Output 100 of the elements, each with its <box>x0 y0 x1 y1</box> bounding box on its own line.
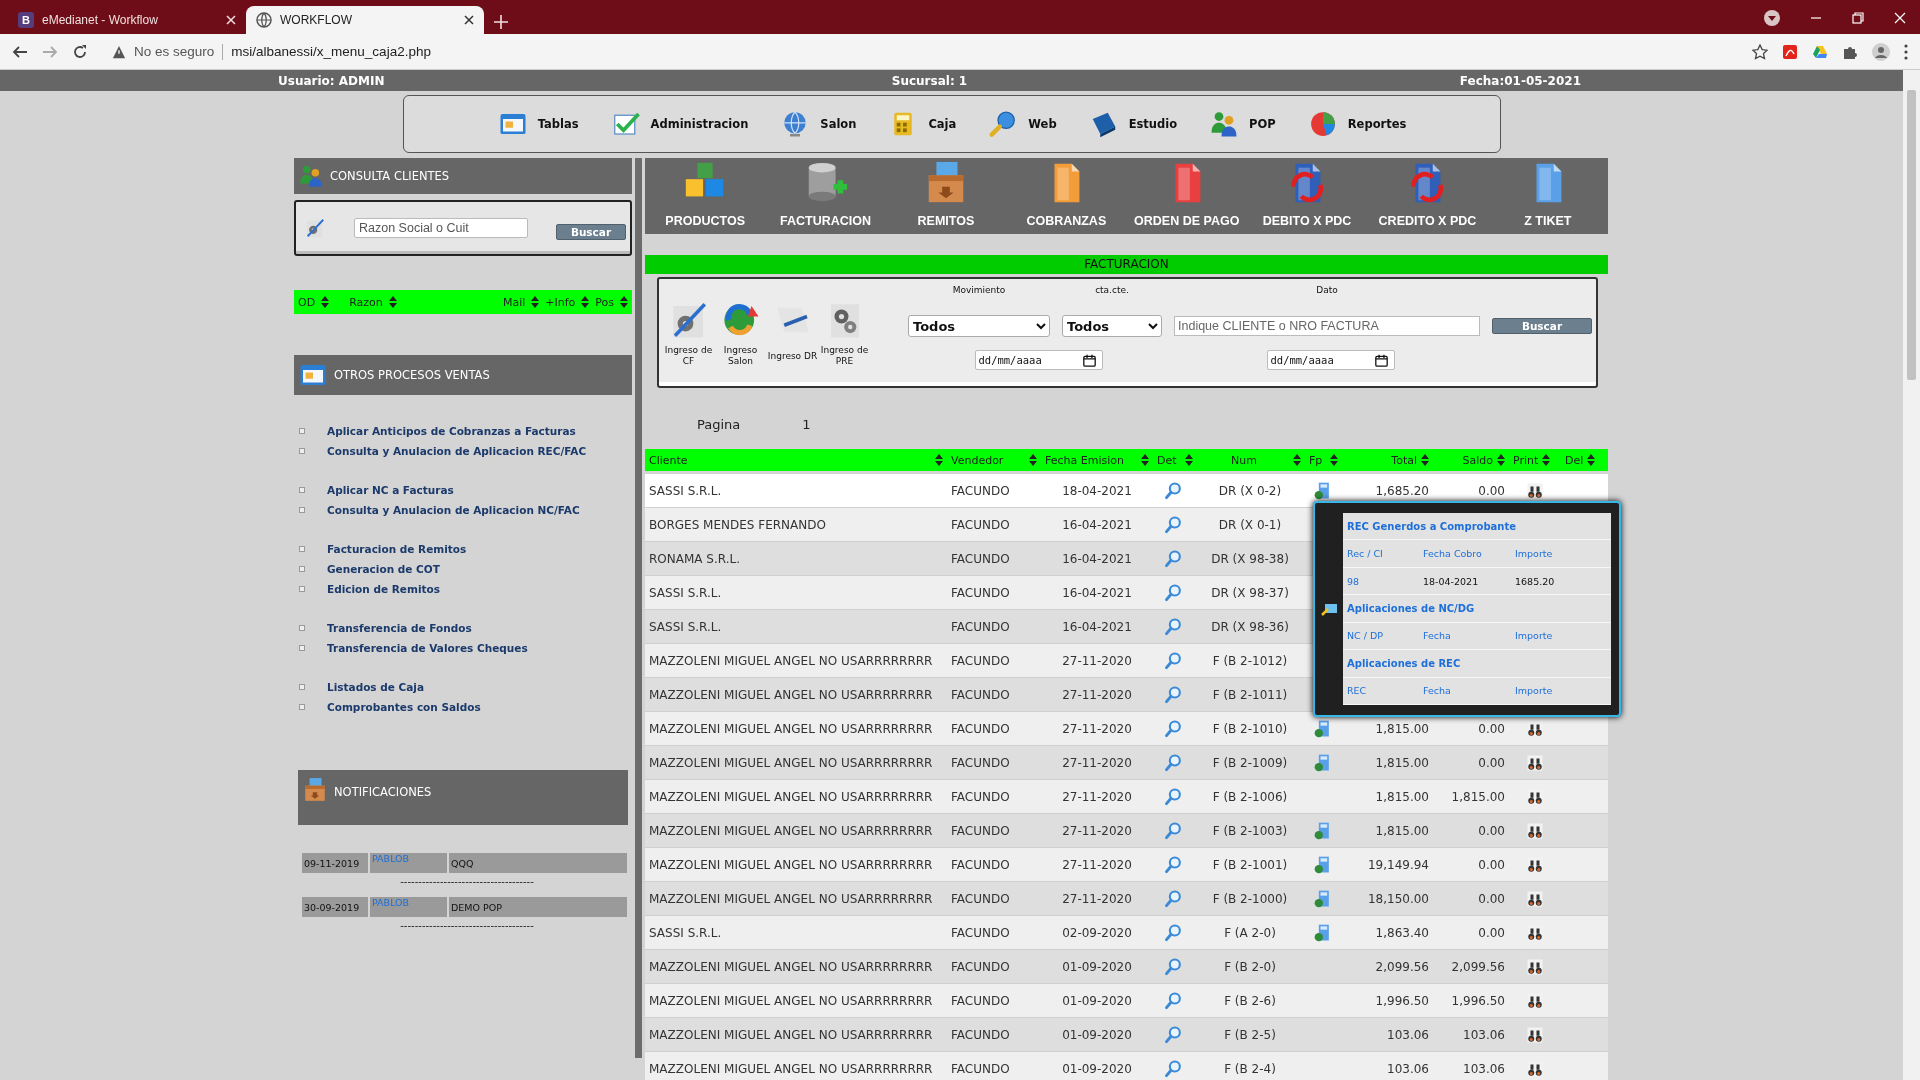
magnifier-icon[interactable] <box>1164 582 1184 603</box>
menu-link[interactable]: Aplicar NC a Facturas <box>327 484 454 496</box>
entry-button[interactable]: Ingreso de CF <box>663 299 714 380</box>
binoculars-icon[interactable] <box>1526 821 1544 840</box>
sort-icon[interactable] <box>1330 454 1339 466</box>
menu-link[interactable]: Generacion de COT <box>327 563 440 575</box>
magnifier-icon[interactable] <box>1164 480 1184 501</box>
star-icon[interactable] <box>1752 43 1768 60</box>
menu-item[interactable]: Tablas <box>537 117 579 131</box>
sort-icon[interactable] <box>1184 454 1193 466</box>
toolbar-button[interactable]: REMITOS <box>885 158 1007 234</box>
magnifier-icon[interactable] <box>1164 1058 1184 1079</box>
browser-tab[interactable]: WORKFLOW <box>246 6 484 34</box>
menu-link[interactable]: Comprobantes con Saldos <box>327 701 481 713</box>
entry-button[interactable]: Ingreso DR <box>767 299 818 380</box>
toolbar-button[interactable]: PRODUCTOS <box>645 158 766 234</box>
sort-icon[interactable] <box>1029 454 1037 466</box>
menu-link[interactable]: Transferencia de Valores Cheques <box>327 642 528 654</box>
column-header[interactable]: +Info <box>545 295 576 309</box>
menu-link[interactable]: Listados de Caja <box>327 681 425 693</box>
pdf-icon[interactable] <box>1782 43 1798 60</box>
menu-link[interactable]: Consulta y Anulacion de Aplicacion NC/FAC <box>327 504 580 516</box>
date-field[interactable]: dd/mm/aaaa <box>1266 350 1395 370</box>
sort-icon[interactable] <box>935 454 943 466</box>
magnifier-icon[interactable] <box>1164 990 1184 1011</box>
popover-cell[interactable]: 98 <box>1347 575 1423 587</box>
security-label[interactable]: No es seguro <box>134 44 215 59</box>
page-number[interactable]: 1 <box>802 417 811 432</box>
menu-item[interactable]: Reportes <box>1347 117 1407 131</box>
column-header[interactable]: OD <box>298 295 316 309</box>
magnifier-icon[interactable] <box>1164 650 1184 671</box>
magnifier-icon[interactable] <box>1164 752 1184 773</box>
menu-link[interactable]: Edicion de Remitos <box>327 583 440 595</box>
sort-icon[interactable] <box>531 296 540 308</box>
sort-icon[interactable] <box>620 296 628 308</box>
sort-icon[interactable] <box>388 296 397 308</box>
binoculars-icon[interactable] <box>1526 481 1544 500</box>
entry-button[interactable]: Ingreso Salon <box>715 299 766 380</box>
browser-tab[interactable]: B eMedianet - Workflow <box>8 6 246 34</box>
movement-select[interactable]: Todos <box>908 315 1050 337</box>
search-field[interactable]: Razon Social o Cuit <box>354 218 528 238</box>
sort-icon[interactable] <box>1293 454 1301 466</box>
sort-icon[interactable] <box>1141 454 1149 466</box>
magnifier-icon[interactable] <box>1164 956 1184 977</box>
magnifier-icon[interactable] <box>1164 820 1184 841</box>
menu-item[interactable]: Administracion <box>650 117 749 131</box>
sort-icon[interactable] <box>1542 454 1551 466</box>
column-header[interactable]: Det <box>1157 453 1177 467</box>
menu-link[interactable]: Aplicar Anticipos de Cobranzas a Facturas <box>327 425 576 437</box>
search-button[interactable]: Buscar <box>556 224 626 240</box>
column-header[interactable]: Print <box>1513 453 1539 467</box>
toolbar-button[interactable]: DEBITO X PDC <box>1246 158 1368 234</box>
toolbar-button[interactable]: COBRANZAS <box>1006 158 1127 234</box>
column-header[interactable]: Num <box>1231 453 1257 467</box>
menu-link[interactable]: Facturacion de Remitos <box>327 543 467 555</box>
menu-link[interactable]: Transferencia de Fondos <box>327 622 472 634</box>
triangle-icon[interactable] <box>1812 43 1828 60</box>
column-header[interactable]: Cliente <box>649 453 688 467</box>
column-header[interactable]: Fp <box>1309 453 1323 467</box>
binoculars-icon[interactable] <box>1526 753 1544 772</box>
url-text[interactable]: msi/albanessi/x_menu_caja2.php <box>231 44 431 59</box>
profile-icon[interactable] <box>1872 42 1890 61</box>
column-header[interactable]: Vendedor <box>951 453 1004 467</box>
toolbar-button[interactable]: FACTURACION <box>765 158 886 234</box>
magnifier-icon[interactable] <box>1164 548 1184 569</box>
toolbar-button[interactable]: Z TIKET <box>1487 158 1608 234</box>
menu-item[interactable]: Web <box>1028 117 1057 131</box>
plus-icon[interactable] <box>494 15 508 29</box>
magnifier-icon[interactable] <box>1164 786 1184 807</box>
back-icon[interactable] <box>12 43 28 60</box>
column-header[interactable]: Saldo <box>1462 453 1493 467</box>
magnifier-icon[interactable] <box>1164 718 1184 739</box>
binoculars-icon[interactable] <box>1526 957 1544 976</box>
magnifier-icon[interactable] <box>1164 888 1184 909</box>
magnifier-icon[interactable] <box>1164 922 1184 943</box>
column-header[interactable]: Del <box>1565 453 1584 467</box>
menu-item[interactable]: POP <box>1249 117 1276 131</box>
binoculars-icon[interactable] <box>1526 1025 1544 1044</box>
binoculars-icon[interactable] <box>1526 889 1544 908</box>
magnifier-icon[interactable] <box>1164 616 1184 637</box>
column-header[interactable]: Total <box>1391 453 1417 467</box>
menu-item[interactable]: Salon <box>820 117 857 131</box>
sort-icon[interactable] <box>321 296 330 308</box>
search-button[interactable]: Buscar <box>1492 318 1592 334</box>
sort-icon[interactable] <box>1497 454 1505 466</box>
magnifier-icon[interactable] <box>1164 854 1184 875</box>
close-icon[interactable] <box>464 15 474 25</box>
more-icon[interactable] <box>1904 43 1908 60</box>
dropdown-icon[interactable] <box>1764 10 1780 26</box>
sort-icon[interactable] <box>1421 454 1429 466</box>
magnifier-icon[interactable] <box>1164 684 1184 705</box>
toolbar-button[interactable]: CREDITO X PDC <box>1367 158 1488 234</box>
toolbar-button[interactable]: ORDEN DE PAGO <box>1126 158 1247 234</box>
magnifier-icon[interactable] <box>1164 1024 1184 1045</box>
entry-button[interactable]: Ingreso de PRE <box>819 299 870 380</box>
sort-icon[interactable] <box>581 296 590 308</box>
column-header[interactable]: Fecha Emision <box>1045 453 1124 467</box>
date-field[interactable]: dd/mm/aaaa <box>974 350 1103 370</box>
menu-item[interactable]: Caja <box>928 117 957 131</box>
query-field[interactable]: Indique CLIENTE o NRO FACTURA <box>1174 316 1480 336</box>
